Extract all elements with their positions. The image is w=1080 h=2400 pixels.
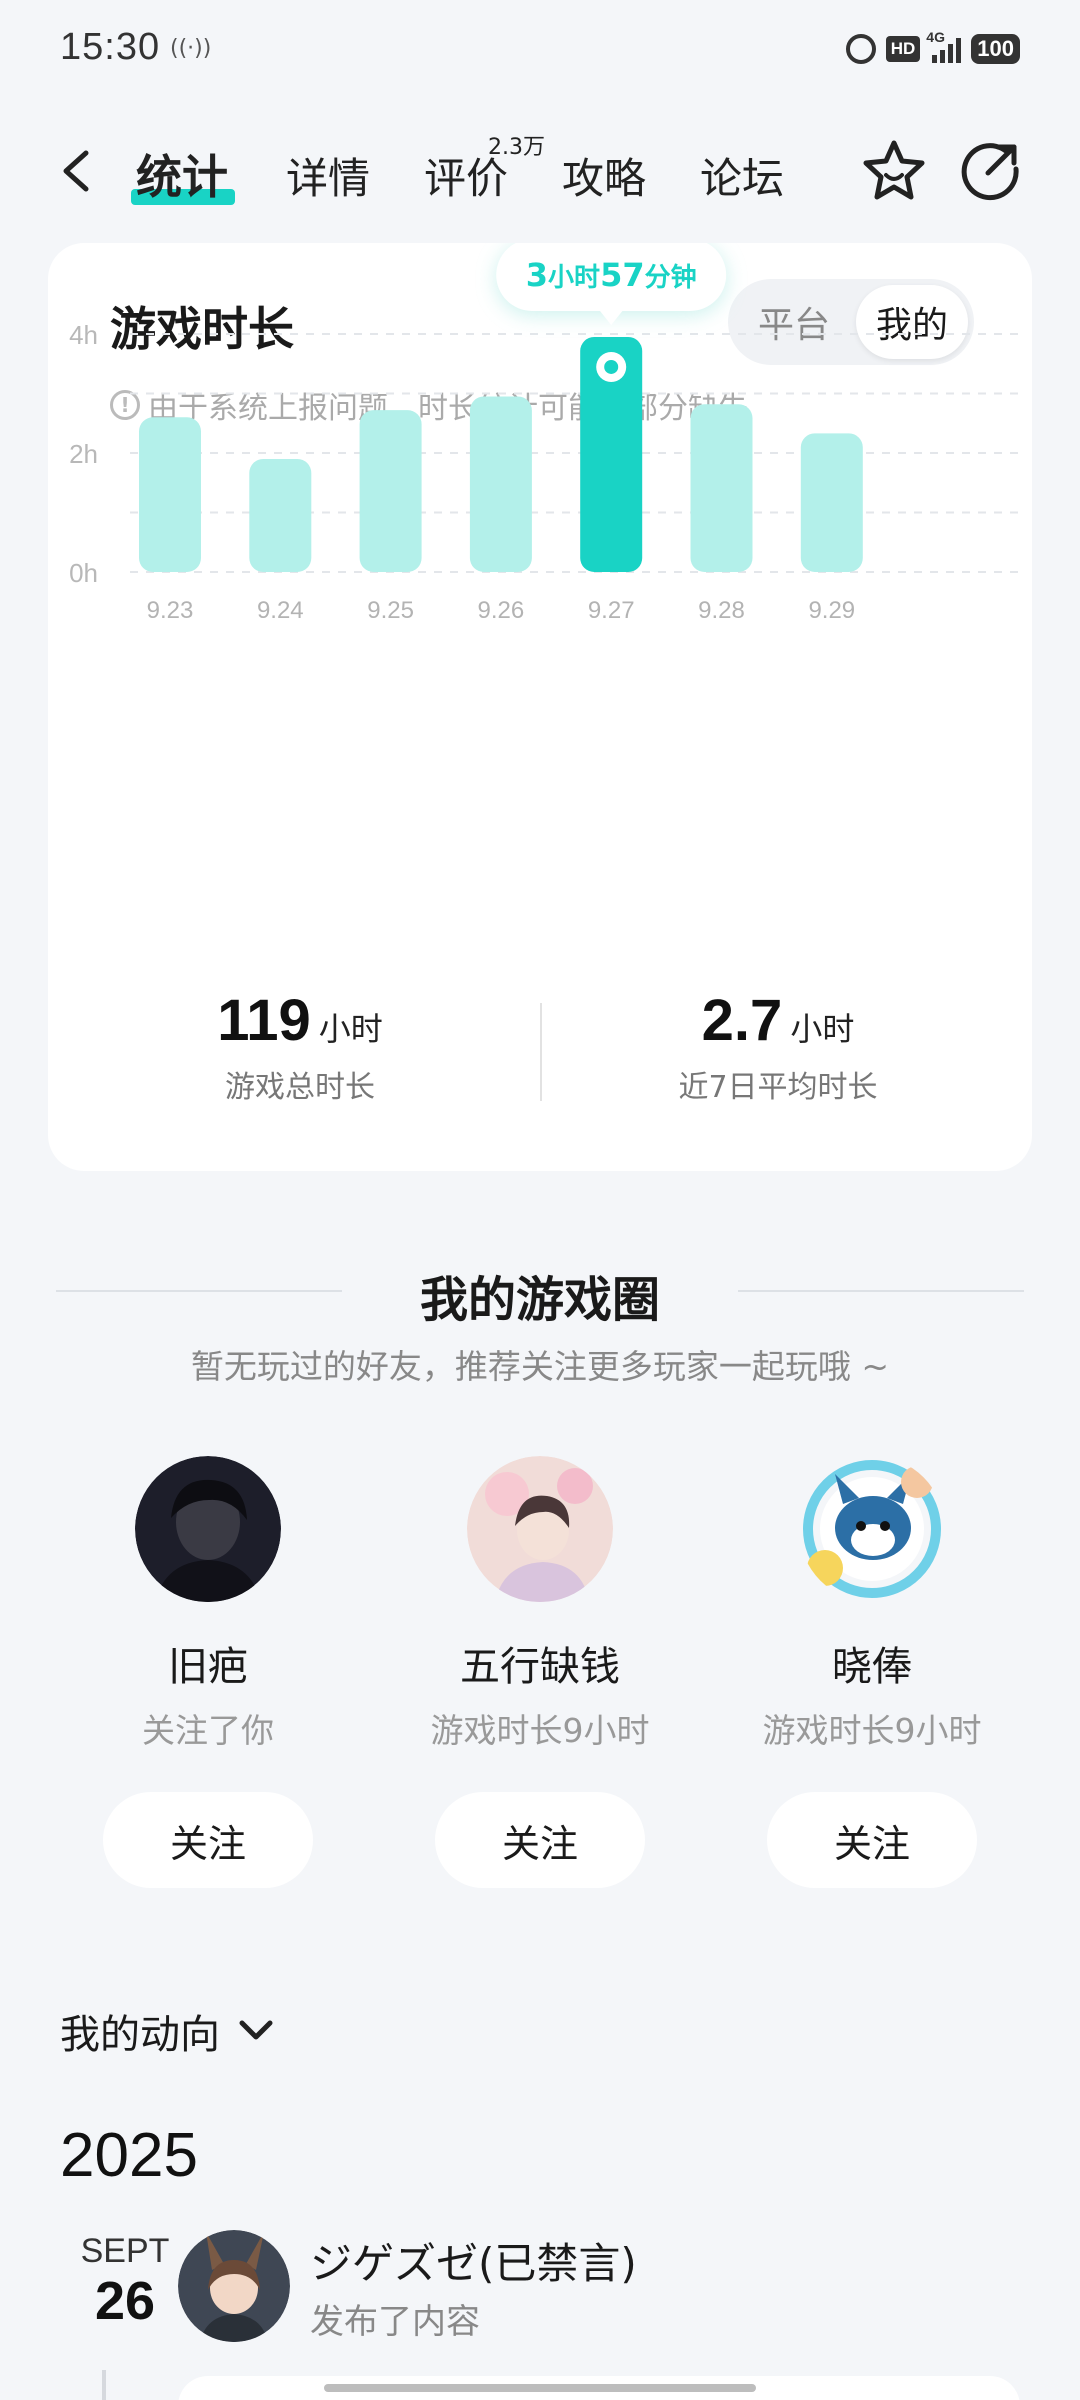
- average-value: 2.7: [701, 988, 783, 1053]
- signal-icon: 4G: [926, 29, 962, 63]
- tab-forum[interactable]: 论坛: [700, 145, 784, 206]
- status-icons: HD 4G 100: [845, 29, 1020, 64]
- friend-card: 晓俸 游戏时长9小时 关注: [742, 1456, 1002, 1888]
- home-indicator[interactable]: [324, 2384, 756, 2392]
- bar: [800, 433, 863, 572]
- y-tick-label: 4h: [69, 320, 98, 350]
- back-arrow-icon[interactable]: [58, 149, 94, 193]
- follow-button[interactable]: 关注: [767, 1792, 977, 1888]
- post-day: 26: [94, 2271, 156, 2331]
- bar: [469, 396, 532, 572]
- x-tick-label: 9.23: [147, 597, 194, 624]
- friend-name: 晓俸: [832, 1644, 912, 1690]
- chevron-down-icon: [239, 2020, 273, 2040]
- tooltip-text-part: 57: [600, 256, 645, 294]
- total-label: 游戏总时长: [225, 1070, 375, 1105]
- friend-desc: 游戏时长9小时: [762, 1711, 982, 1750]
- game-circle-title: 我的游戏圈: [419, 1272, 660, 1328]
- timeline-year: 2025: [60, 2121, 198, 2190]
- tooltip-text-part: 分钟: [645, 262, 697, 293]
- alarm-icon: [845, 34, 876, 64]
- x-tick-label: 9.29: [808, 597, 855, 624]
- battery-icon: 100: [971, 34, 1020, 64]
- bar: [690, 404, 753, 572]
- tab-stats[interactable]: 统计: [136, 141, 228, 207]
- x-tick-label: 9.27: [588, 597, 635, 624]
- tooltip-text-part: 3: [526, 256, 548, 294]
- friend-avatar[interactable]: [135, 1456, 281, 1602]
- x-tick-label: 9.28: [698, 597, 745, 624]
- friend-desc: 关注了你: [142, 1711, 274, 1750]
- friend-name: 旧疤: [168, 1644, 248, 1690]
- nfc-icon: ((·)): [170, 36, 212, 61]
- bar: [139, 417, 201, 572]
- total-playtime: 119 小时 游戏总时长: [100, 987, 500, 1106]
- summary-divider: [540, 1003, 542, 1101]
- y-tick-label: 0h: [69, 558, 98, 588]
- activity-title: 我的动向: [60, 2012, 220, 2058]
- selected-marker-dot: [604, 359, 619, 374]
- total-value: 119: [217, 988, 311, 1053]
- y-tick-label: 2h: [69, 439, 98, 469]
- status-bar: 15:30 ((·)) HD 4G 100: [0, 0, 1080, 100]
- friend-avatar[interactable]: [467, 1456, 613, 1602]
- friend-avatar[interactable]: [799, 1456, 945, 1602]
- post-user-avatar[interactable]: [178, 2230, 290, 2342]
- activity-filter[interactable]: 我的动向: [60, 2002, 274, 2060]
- post-username[interactable]: ジゲズゼ(已禁言): [310, 2230, 637, 2291]
- hd-icon: HD: [885, 36, 921, 62]
- bar: [249, 458, 312, 572]
- top-nav: 统计 详情 评价 2.3万 攻略 论坛: [0, 125, 1080, 215]
- tab-details[interactable]: 详情: [286, 145, 370, 206]
- share-icon[interactable]: [960, 139, 1022, 201]
- friend-card: 旧疤 关注了你 关注: [78, 1456, 338, 1888]
- follow-button[interactable]: 关注: [103, 1792, 313, 1888]
- game-circle-subtitle: 暂无玩过的好友，推荐关注更多玩家一起玩哦 ~: [190, 1347, 890, 1386]
- average-playtime: 2.7 小时 近7日平均时长: [578, 987, 978, 1106]
- friend-card: 五行缺钱 游戏时长9小时 关注: [410, 1456, 670, 1888]
- x-tick-label: 9.24: [257, 597, 304, 624]
- network-type: 4G: [926, 29, 945, 45]
- tab-guides[interactable]: 攻略: [562, 145, 646, 206]
- tooltip-pointer: [599, 309, 624, 325]
- favorite-star-icon[interactable]: [860, 137, 928, 205]
- friend-desc: 游戏时长9小时: [430, 1711, 650, 1750]
- bar: [359, 410, 422, 572]
- playtime-card: 游戏时长 平台 我的 ! 由于系统上报问题，时长统计可能有部分缺失 0h 2h 4h…: [48, 243, 1032, 1171]
- tooltip-text-part: 小时: [548, 263, 600, 293]
- post-month: SEPT: [80, 2232, 170, 2270]
- x-tick-label: 9.25: [367, 597, 414, 624]
- average-unit: 小时: [790, 1010, 855, 1048]
- status-time: 15:30: [60, 26, 161, 68]
- x-tick-label: 9.26: [478, 597, 525, 624]
- playtime-bar-chart: 0h 2h 4h 9.23 9.24 9.25 9.26 9.27 3小时57分钟 9.28 9.2…: [69, 243, 1020, 624]
- friend-name: 五行缺钱: [460, 1644, 620, 1690]
- total-unit: 小时: [318, 1010, 383, 1048]
- average-label: 近7日平均时长: [678, 1070, 878, 1105]
- review-count-badge: 2.3万: [488, 135, 545, 160]
- follow-button[interactable]: 关注: [435, 1792, 645, 1888]
- timeline-line: [102, 2370, 106, 2400]
- post-action: 发布了内容: [310, 2302, 480, 2342]
